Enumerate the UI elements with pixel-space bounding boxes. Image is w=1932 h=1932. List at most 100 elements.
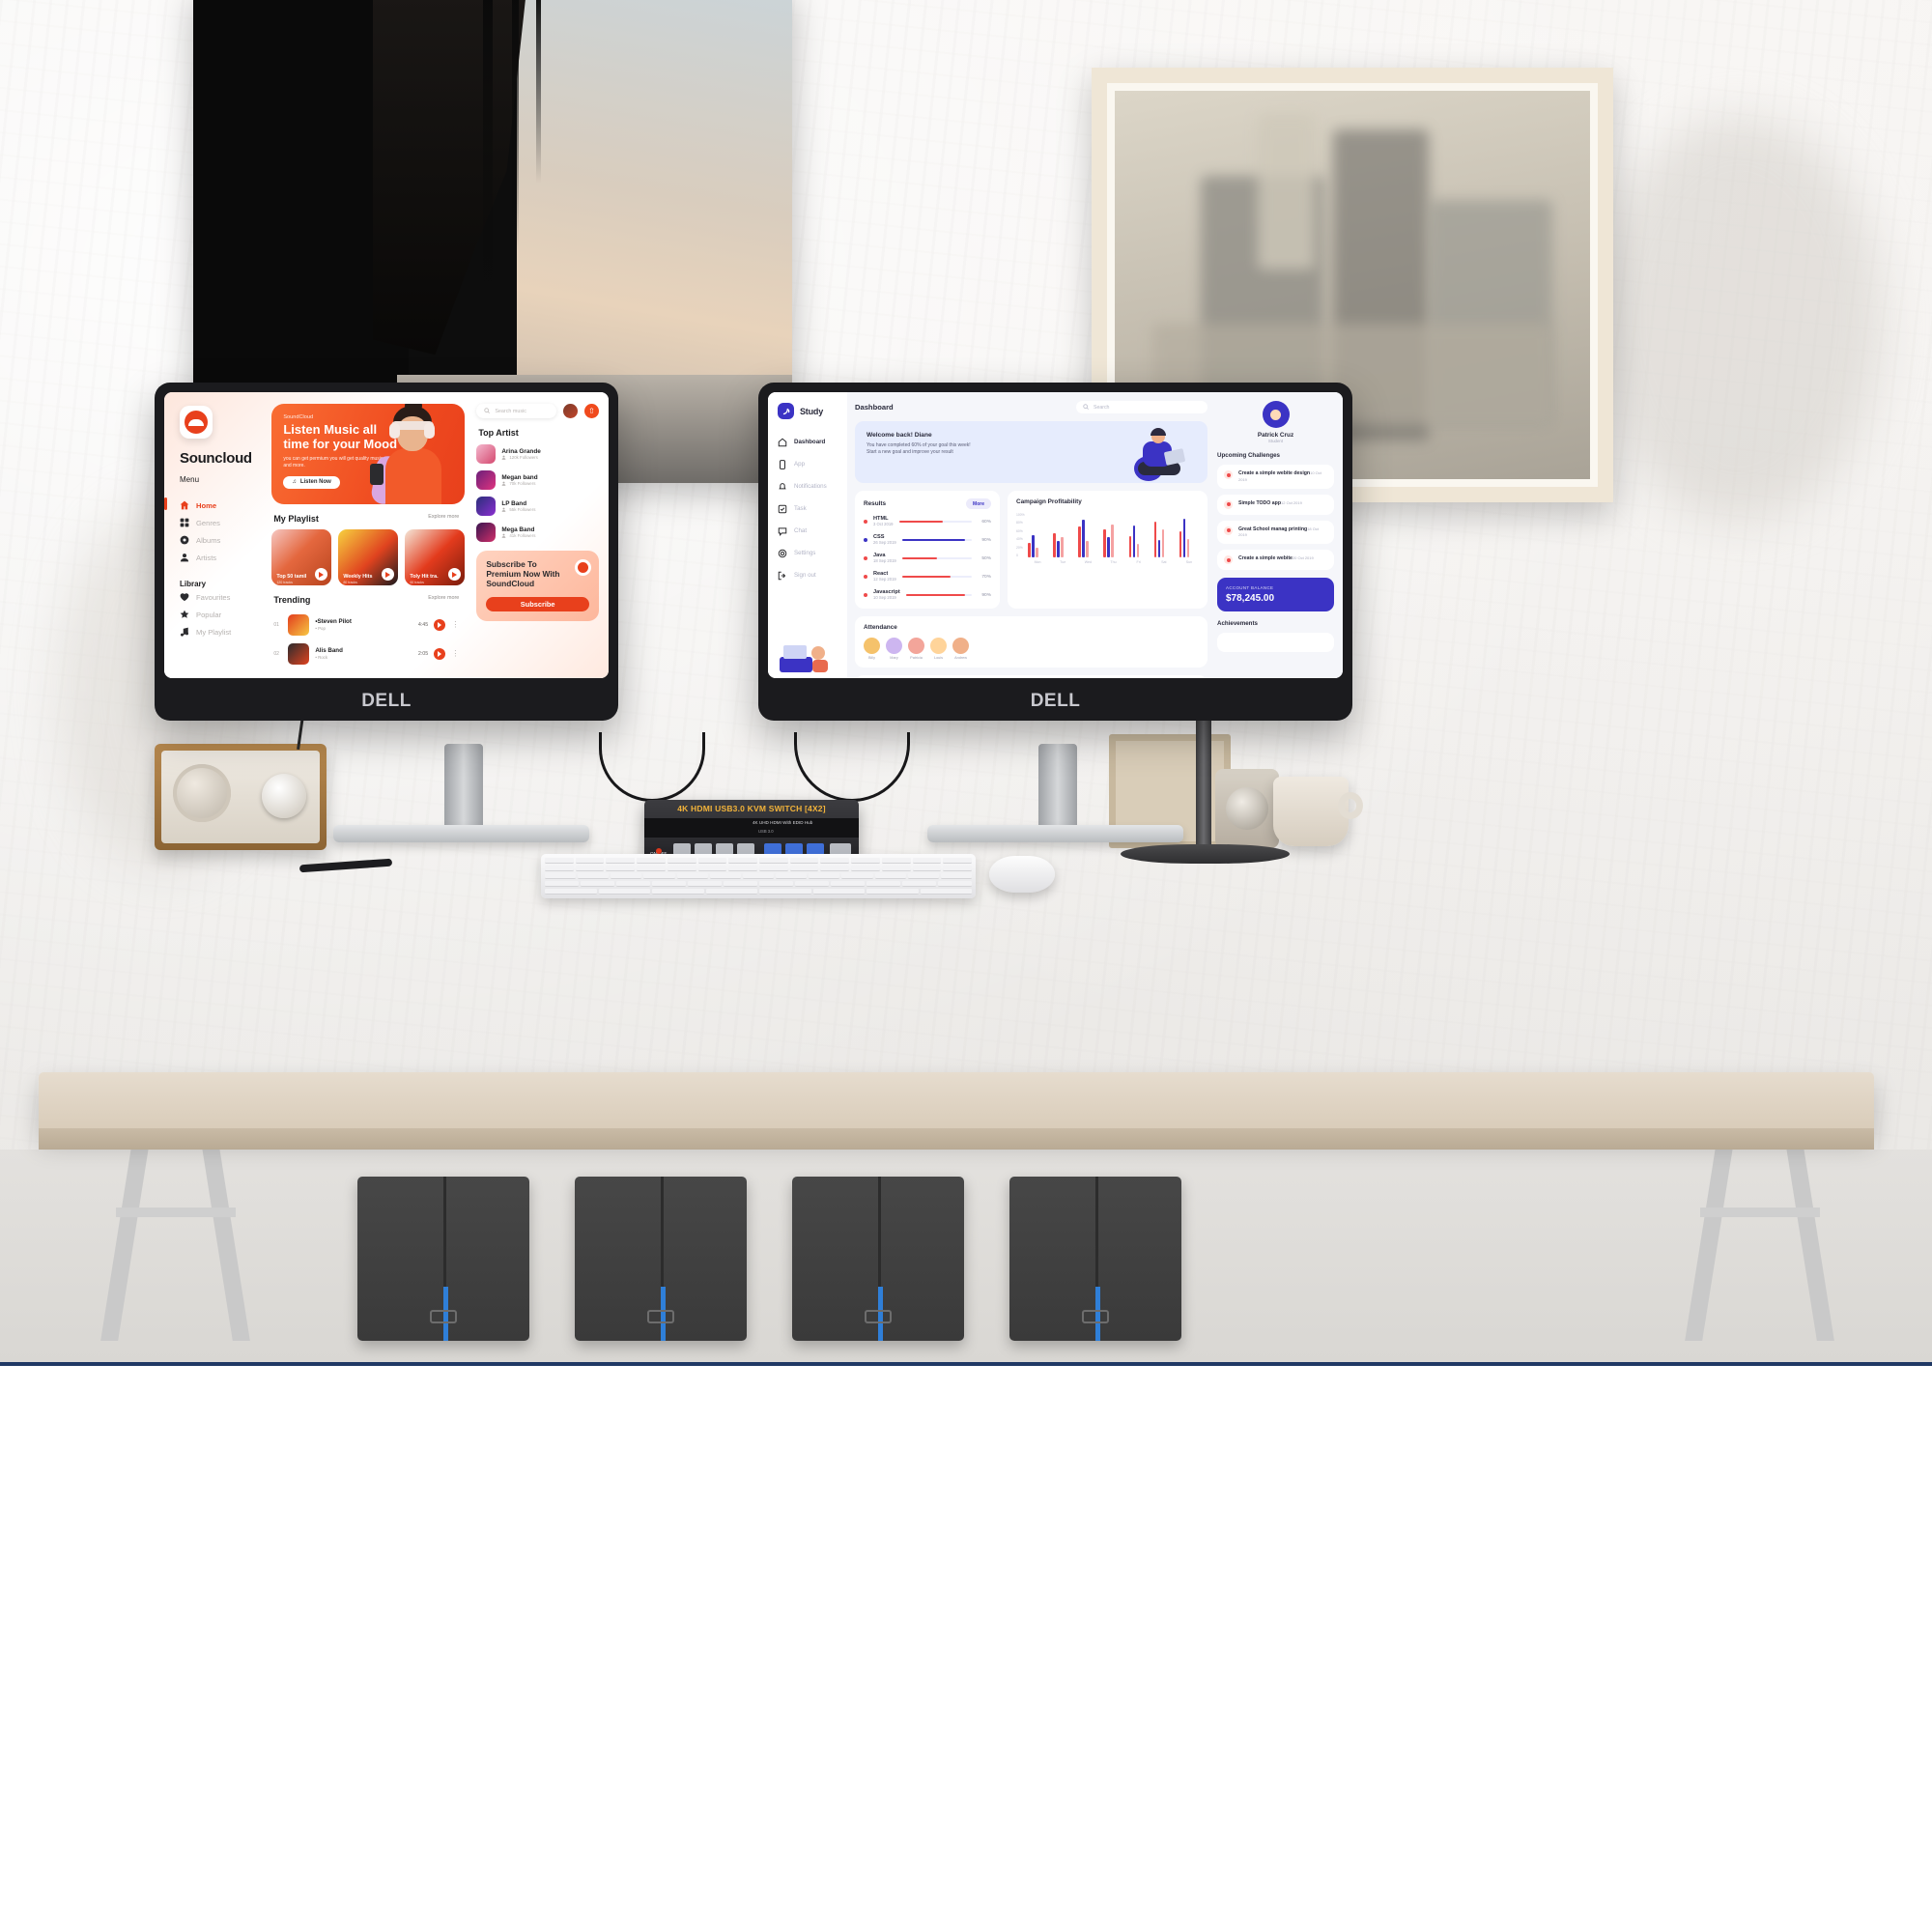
- keyboard-key[interactable]: [820, 858, 850, 864]
- sidebar-item-artists[interactable]: Artists: [180, 549, 258, 566]
- keyboard-key[interactable]: [831, 881, 865, 887]
- keyboard-row[interactable]: [545, 873, 972, 879]
- keyboard-key[interactable]: [943, 866, 972, 871]
- keyboard-key[interactable]: [652, 889, 704, 895]
- keyboard-key[interactable]: [902, 881, 936, 887]
- artist-row[interactable]: Mega Band 41k Followers: [476, 523, 599, 542]
- more-options-icon[interactable]: ⋮: [451, 621, 459, 629]
- keyboard-key[interactable]: [709, 873, 741, 879]
- keyboard-key[interactable]: [841, 873, 873, 879]
- challenge-card[interactable]: Create a simple webite20 Oct 2019: [1217, 550, 1334, 570]
- sidebar-item-app[interactable]: App: [778, 453, 839, 475]
- sidebar-item-sign-out[interactable]: Sign out: [778, 564, 839, 586]
- keyboard-key[interactable]: [545, 881, 579, 887]
- artist-row[interactable]: Arina Grande 120k Followers: [476, 444, 599, 464]
- track-row[interactable]: 02 Alis Band • Rock 2:05 ⋮: [271, 639, 465, 668]
- keyboard-key[interactable]: [742, 873, 775, 879]
- keyboard-key[interactable]: [789, 866, 819, 871]
- keyboard-key[interactable]: [758, 858, 788, 864]
- keyboard-key[interactable]: [616, 881, 650, 887]
- keyboard-key[interactable]: [611, 873, 642, 879]
- keyboard-key[interactable]: [728, 858, 757, 864]
- keyboard-key[interactable]: [776, 873, 808, 879]
- keyboard-key[interactable]: [881, 858, 911, 864]
- keyboard-key[interactable]: [789, 858, 819, 864]
- keyboard-key[interactable]: [697, 866, 727, 871]
- attendance-person[interactable]: Andrew: [952, 638, 969, 660]
- avatar[interactable]: [563, 404, 578, 418]
- keyboard-key[interactable]: [920, 889, 972, 895]
- keyboard-key[interactable]: [581, 881, 614, 887]
- keyboard-key[interactable]: [940, 873, 972, 879]
- keyboard-key[interactable]: [728, 866, 757, 871]
- play-button[interactable]: [434, 648, 446, 660]
- keyboard-key[interactable]: [545, 866, 574, 871]
- keyboard-key[interactable]: [938, 881, 972, 887]
- keyboard-key[interactable]: [912, 858, 942, 864]
- keyboard-key[interactable]: [643, 873, 675, 879]
- keyboard-row[interactable]: [545, 858, 972, 864]
- keyboard-key[interactable]: [705, 889, 757, 895]
- keyboard-key[interactable]: [637, 866, 666, 871]
- attendance-person[interactable]: Billy: [864, 638, 880, 660]
- challenge-card[interactable]: Create a simple webite design10 Oct 2019: [1217, 465, 1334, 489]
- challenge-card[interactable]: Great School manag printing18 Oct 2019: [1217, 520, 1334, 544]
- sidebar-item-task[interactable]: Task: [778, 497, 839, 520]
- keyboard-row[interactable]: [545, 881, 972, 887]
- results-more-button[interactable]: More: [966, 498, 991, 509]
- sidebar-item-my-playlist[interactable]: My Playlist: [180, 623, 258, 640]
- keyboard-key[interactable]: [545, 873, 577, 879]
- sidebar-item-genres[interactable]: Genres: [180, 514, 258, 531]
- avatar[interactable]: [1262, 401, 1290, 428]
- keyboard-key[interactable]: [795, 881, 829, 887]
- keyboard-key[interactable]: [874, 873, 906, 879]
- sidebar-item-favourites[interactable]: Favourites: [180, 588, 258, 606]
- play-button[interactable]: [382, 568, 395, 581]
- keyboard-key[interactable]: [759, 889, 811, 895]
- more-options-icon[interactable]: ⋮: [451, 650, 459, 658]
- upload-button[interactable]: ⇧: [584, 404, 599, 418]
- keyboard-key[interactable]: [943, 858, 972, 864]
- keyboard-key[interactable]: [598, 889, 650, 895]
- keyboard-key[interactable]: [578, 873, 610, 879]
- keyboard-key[interactable]: [759, 881, 793, 887]
- trending-explore-more[interactable]: Explore more: [428, 595, 459, 601]
- keyboard-key[interactable]: [667, 858, 696, 864]
- sidebar-item-chat[interactable]: Chat: [778, 520, 839, 542]
- mouse[interactable]: [989, 856, 1055, 893]
- keyboard-key[interactable]: [881, 866, 911, 871]
- keyboard-key[interactable]: [907, 873, 939, 879]
- keyboard-key[interactable]: [867, 881, 900, 887]
- keyboard-key[interactable]: [575, 858, 605, 864]
- keyboard-key[interactable]: [606, 858, 636, 864]
- listen-now-button[interactable]: ♫ Listen Now: [283, 475, 340, 489]
- playlist-card[interactable]: Toly Hit tra. 60 tracks: [405, 529, 466, 585]
- keyboard-key[interactable]: [667, 866, 696, 871]
- attendance-person[interactable]: Patricia: [908, 638, 924, 660]
- playlist-card[interactable]: Top 50 tamil 120 tracks: [271, 529, 332, 585]
- keyboard-key[interactable]: [606, 866, 636, 871]
- playlist-card[interactable]: Weekly Hits 80 tracks: [338, 529, 399, 585]
- artist-row[interactable]: Megan band 70k Followers: [476, 470, 599, 490]
- sidebar-item-notifications[interactable]: Notifications: [778, 475, 839, 497]
- keyboard-key[interactable]: [812, 889, 865, 895]
- track-row[interactable]: 01 •Steven Pilot • Pop 4:45 ⋮: [271, 611, 465, 639]
- playlist-explore-more[interactable]: Explore more: [428, 514, 459, 520]
- artist-row[interactable]: LP Band 55k Followers: [476, 497, 599, 516]
- keyboard-key[interactable]: [575, 866, 605, 871]
- attendance-person[interactable]: Louis: [930, 638, 947, 660]
- sidebar-item-dashboard[interactable]: Dashboard: [778, 431, 839, 453]
- keyboard-key[interactable]: [688, 881, 722, 887]
- play-button[interactable]: [434, 619, 446, 631]
- attendance-person[interactable]: Mary: [886, 638, 902, 660]
- keyboard[interactable]: [541, 854, 976, 898]
- keyboard-key[interactable]: [851, 858, 880, 864]
- keyboard-key[interactable]: [724, 881, 757, 887]
- keyboard-key[interactable]: [545, 889, 597, 895]
- keyboard-key[interactable]: [758, 866, 788, 871]
- keyboard-key[interactable]: [637, 858, 666, 864]
- search-bar[interactable]: Search music: [476, 404, 556, 418]
- sidebar-item-popular[interactable]: Popular: [180, 606, 258, 623]
- keyboard-key[interactable]: [912, 866, 942, 871]
- keyboard-key[interactable]: [676, 873, 708, 879]
